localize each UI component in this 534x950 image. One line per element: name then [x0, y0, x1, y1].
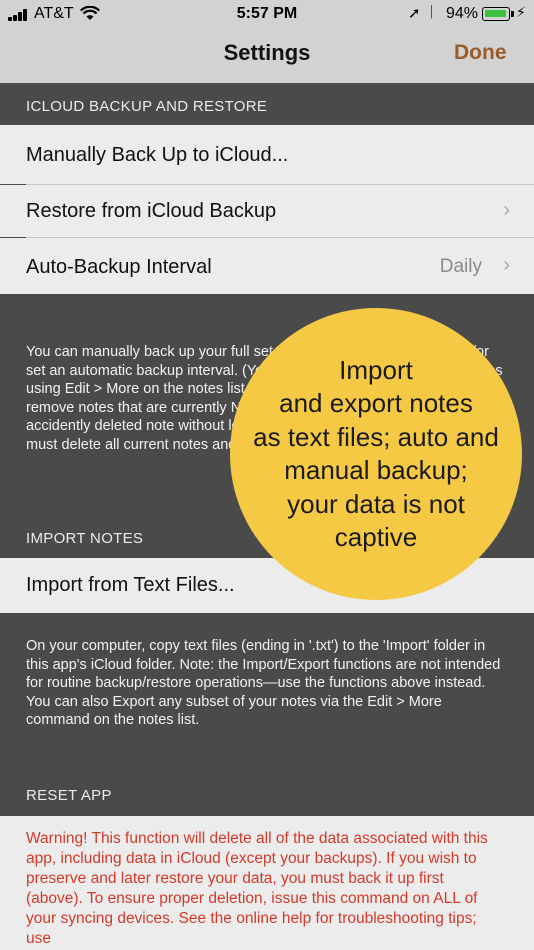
- import-footer-text: On your computer, copy text files (endin…: [26, 638, 501, 728]
- cell-label: Auto-Backup Interval: [26, 256, 212, 278]
- cell-label: Import from Text Files...: [26, 574, 235, 596]
- cell-label: Restore from iCloud Backup: [26, 200, 277, 222]
- status-bar: AT&T 5:57 PM ➚ ᛁ 94% ⚡︎: [0, 0, 534, 28]
- section-header-import: IMPORT NOTES: [26, 530, 144, 547]
- auto-backup-value: Daily: [439, 256, 482, 277]
- reset-warning-text: Warning! This function will delete all o…: [26, 830, 488, 947]
- auto-backup-interval-cell[interactable]: Auto-Backup Interval Daily ›: [0, 238, 534, 294]
- charging-icon: ⚡︎: [516, 4, 526, 20]
- location-icon: ➚: [408, 5, 421, 22]
- section-header-reset: RESET APP: [26, 787, 112, 804]
- chevron-right-icon: ›: [503, 199, 510, 221]
- bluetooth-icon: ᛁ: [427, 4, 437, 21]
- reset-warning-cell[interactable]: Warning! This function will delete all o…: [0, 816, 534, 950]
- callout-text: Import and export notes as text files; a…: [253, 354, 499, 553]
- battery-percent: 94%: [446, 5, 479, 22]
- manual-backup-cell[interactable]: Manually Back Up to iCloud...: [0, 125, 534, 184]
- battery-icon: [482, 7, 514, 21]
- done-button[interactable]: Done: [454, 41, 507, 65]
- feature-callout: Import and export notes as text files; a…: [230, 308, 522, 600]
- cell-label: Manually Back Up to iCloud...: [26, 144, 289, 166]
- restore-backup-cell[interactable]: Restore from iCloud Backup ›: [0, 185, 534, 237]
- section-header-backup: ICLOUD BACKUP AND RESTORE: [26, 98, 268, 115]
- chevron-right-icon: ›: [503, 254, 510, 276]
